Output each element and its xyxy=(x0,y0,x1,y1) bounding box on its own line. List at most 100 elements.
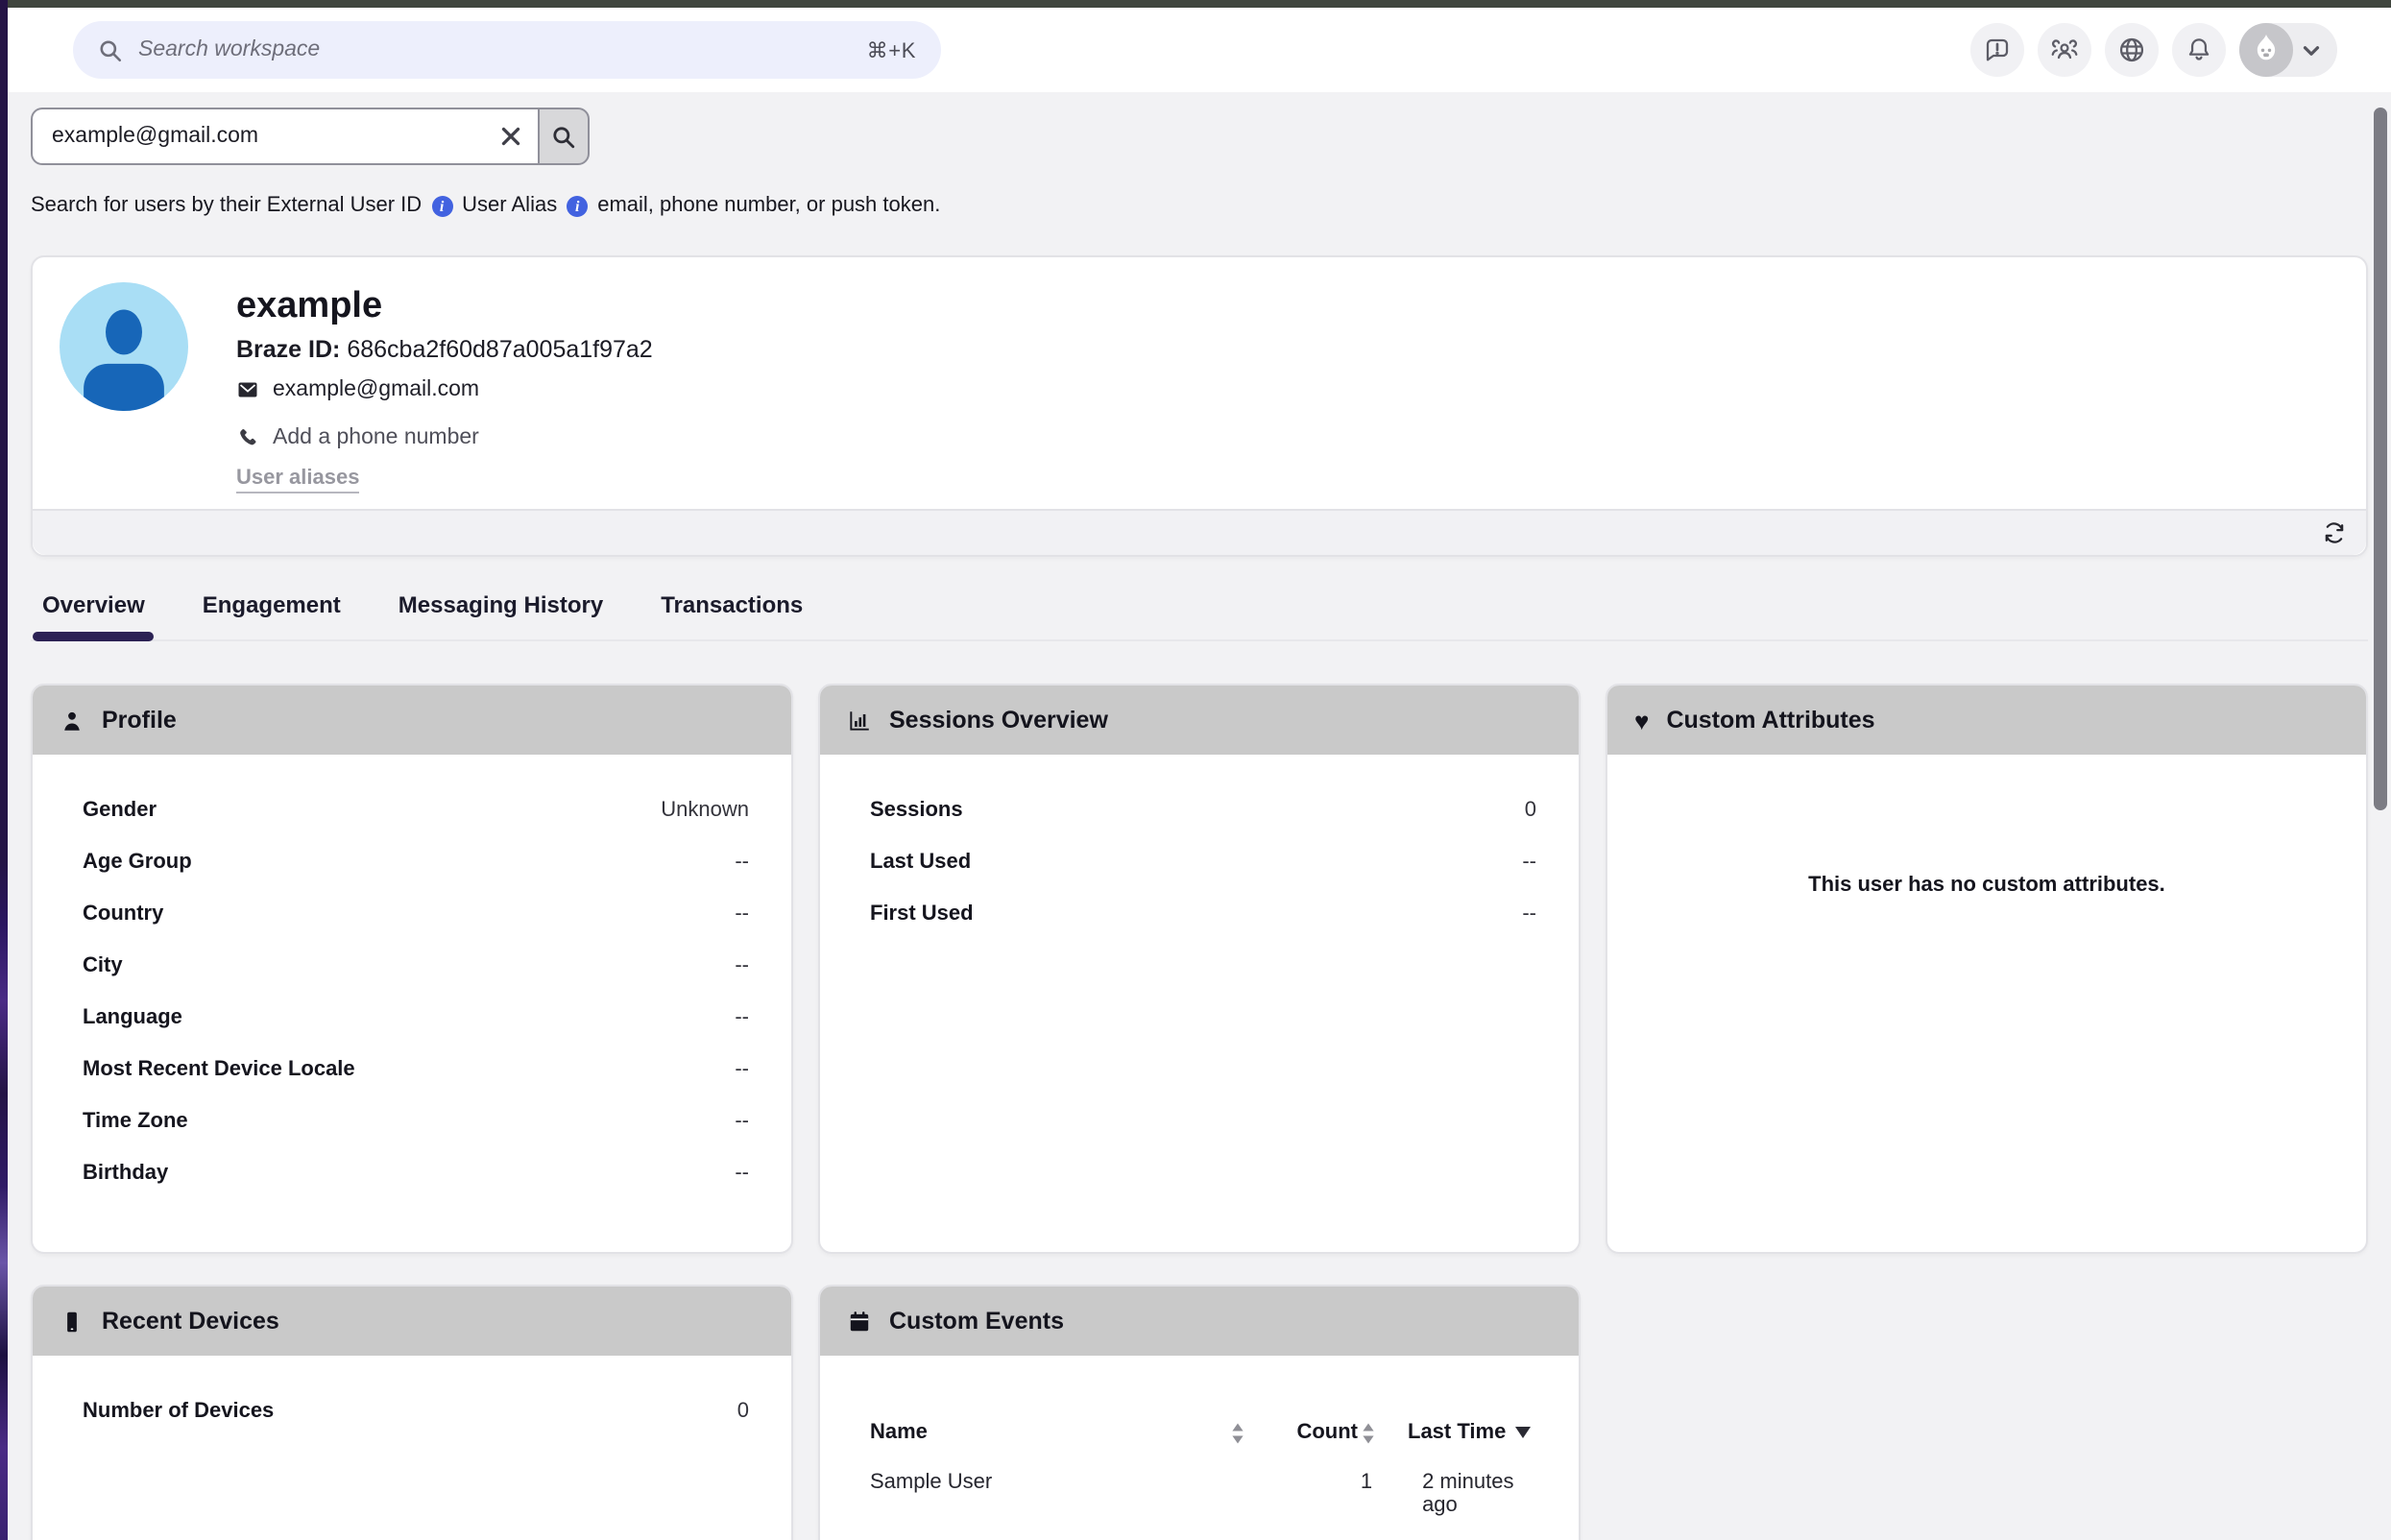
phone-icon xyxy=(236,426,259,449)
clear-search-button[interactable] xyxy=(495,121,526,152)
sessions-row: Last Used-- xyxy=(870,849,1536,901)
user-avatar xyxy=(60,282,188,411)
profile-row: Country-- xyxy=(83,901,749,952)
recent-devices-card-title: Recent Devices xyxy=(102,1308,279,1335)
overview-grid: Profile GenderUnknown Age Group-- Countr… xyxy=(31,684,2368,1540)
app-window: ⌘+K xyxy=(0,0,2391,1540)
sessions-row: Sessions0 xyxy=(870,797,1536,849)
globe-icon xyxy=(2116,35,2147,65)
user-card-footer xyxy=(33,509,2366,555)
chevron-down-icon xyxy=(2299,37,2324,62)
profile-card-title: Profile xyxy=(102,707,177,734)
tab-overview[interactable]: Overview xyxy=(42,590,145,639)
tab-transactions[interactable]: Transactions xyxy=(661,590,803,639)
profile-card-header: Profile xyxy=(33,686,791,755)
calendar-icon xyxy=(847,1309,872,1334)
refresh-button[interactable] xyxy=(2322,520,2347,545)
heart-icon: ♥ xyxy=(1634,708,1649,733)
custom-attributes-card-title: Custom Attributes xyxy=(1666,707,1874,734)
user-alias-info-icon[interactable]: i xyxy=(567,196,588,217)
profile-row: GenderUnknown xyxy=(83,797,749,849)
custom-events-card: Custom Events Name Count Last Time xyxy=(818,1285,1581,1540)
search-submit-button[interactable] xyxy=(538,108,590,165)
user-lookup xyxy=(31,108,590,165)
custom-attributes-card: ♥ Custom Attributes This user has no cus… xyxy=(1606,684,2368,1254)
profile-row: Language-- xyxy=(83,1004,749,1056)
search-shortcut-hint: ⌘+K xyxy=(867,37,916,62)
window-top-edge xyxy=(0,0,2391,8)
custom-event-row: Sample User 1 2 minutes ago xyxy=(870,1471,1554,1517)
topbar-actions xyxy=(1970,23,2337,77)
search-helper-text: Search for users by their External User … xyxy=(31,194,2368,219)
collapsed-sidebar-edge xyxy=(0,0,8,1540)
person-icon xyxy=(60,708,85,733)
helper-alias: User Alias xyxy=(462,194,557,219)
column-name: Name xyxy=(870,1421,1227,1444)
column-count: Count xyxy=(1262,1421,1358,1444)
sessions-overview-card: Sessions Overview Sessions0 Last Used-- … xyxy=(818,684,1581,1254)
custom-attributes-card-header: ♥ Custom Attributes xyxy=(1607,686,2366,755)
help-bubble-icon xyxy=(1982,35,2013,65)
email-line: example@gmail.com xyxy=(236,378,653,401)
avatar xyxy=(2239,23,2293,77)
brand-flame-icon xyxy=(2245,29,2287,71)
recent-devices-card: Recent Devices Number of Devices0 xyxy=(31,1285,793,1540)
user-name: example xyxy=(236,286,653,328)
helper-suffix: email, phone number, or push token. xyxy=(597,194,940,219)
profile-row: City-- xyxy=(83,952,749,1004)
top-navigation-bar: ⌘+K xyxy=(8,8,2391,92)
user-email: example@gmail.com xyxy=(273,378,479,401)
sort-name-button[interactable] xyxy=(1227,1422,1246,1443)
external-id-info-icon[interactable]: i xyxy=(431,196,452,217)
active-tab-indicator xyxy=(33,632,155,641)
add-phone-link[interactable]: Add a phone number xyxy=(236,426,653,449)
vertical-scrollbar[interactable] xyxy=(2374,108,2387,810)
user-management-button[interactable] xyxy=(2038,23,2091,77)
sort-up-down-icon xyxy=(1361,1422,1374,1443)
bar-chart-icon xyxy=(847,708,872,733)
profile-row: Age Group-- xyxy=(83,849,749,901)
search-icon xyxy=(551,124,576,149)
sort-count-button[interactable] xyxy=(1358,1422,1377,1443)
braze-id-line: Braze ID: 686cba2f60d87a005a1f97a2 xyxy=(236,336,653,363)
workspace-search[interactable]: ⌘+K xyxy=(73,21,941,79)
tab-messaging-history[interactable]: Messaging History xyxy=(398,590,603,639)
help-button[interactable] xyxy=(1970,23,2024,77)
custom-events-table-header: Name Count Last Time xyxy=(870,1421,1554,1444)
envelope-icon xyxy=(236,378,259,401)
tab-transactions-label: Transactions xyxy=(661,591,803,618)
custom-attributes-empty-message: This user has no custom attributes. xyxy=(1607,755,2366,897)
page-content: Search for users by their External User … xyxy=(8,92,2391,1540)
custom-events-card-title: Custom Events xyxy=(889,1308,1064,1335)
tab-overview-label: Overview xyxy=(42,591,145,618)
column-last-time[interactable]: Last Time xyxy=(1408,1421,1531,1444)
tab-engagement-label: Engagement xyxy=(203,591,341,618)
tab-engagement[interactable]: Engagement xyxy=(203,590,341,639)
account-menu[interactable] xyxy=(2239,23,2337,77)
add-phone-label: Add a phone number xyxy=(273,426,479,449)
sessions-card-title: Sessions Overview xyxy=(889,707,1108,734)
person-silhouette-icon xyxy=(60,282,188,411)
user-summary-card: example Braze ID: 686cba2f60d87a005a1f97… xyxy=(31,255,2368,557)
profile-card: Profile GenderUnknown Age Group-- Countr… xyxy=(31,684,793,1254)
close-icon xyxy=(501,127,520,146)
sessions-row: First Used-- xyxy=(870,901,1536,952)
profile-row: Birthday-- xyxy=(83,1160,749,1212)
workspace-search-input[interactable] xyxy=(138,38,852,61)
sort-up-down-icon xyxy=(1230,1422,1244,1443)
notifications-button[interactable] xyxy=(2172,23,2226,77)
sessions-card-header: Sessions Overview xyxy=(820,686,1579,755)
bell-icon xyxy=(2184,35,2214,65)
custom-events-card-header: Custom Events xyxy=(820,1287,1579,1356)
user-aliases-link[interactable]: User aliases xyxy=(236,467,359,493)
tab-messaging-history-label: Messaging History xyxy=(398,591,603,618)
user-lookup-input[interactable] xyxy=(31,108,538,165)
devices-row: Number of Devices0 xyxy=(83,1398,749,1450)
profile-tabs: Overview Engagement Messaging History Tr… xyxy=(31,590,2368,641)
braze-id-value: 686cba2f60d87a005a1f97a2 xyxy=(347,336,652,363)
region-button[interactable] xyxy=(2105,23,2159,77)
braze-id-label: Braze ID: xyxy=(236,336,340,363)
recent-devices-card-header: Recent Devices xyxy=(33,1287,791,1356)
people-icon xyxy=(2049,35,2080,65)
sort-desc-icon xyxy=(1515,1427,1531,1438)
